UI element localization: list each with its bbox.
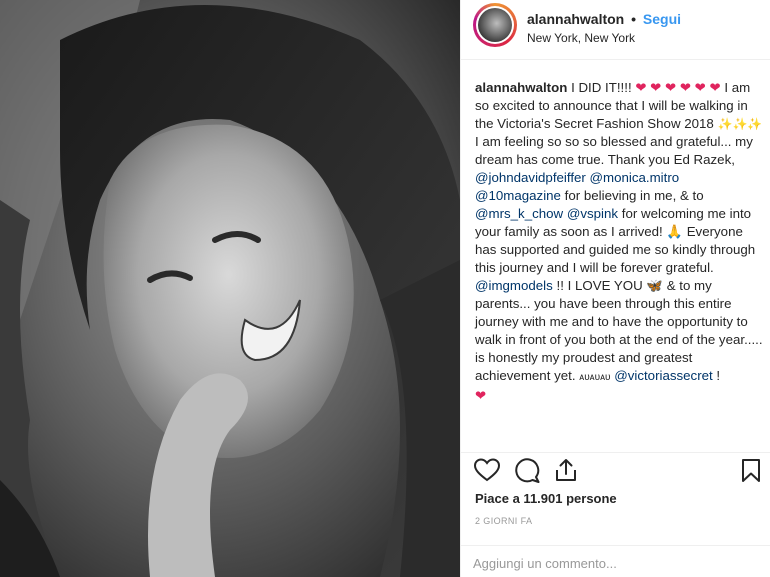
caption-text: for believing in me, & to	[564, 188, 704, 203]
mention-link[interactable]: @monica.mitro	[590, 170, 680, 185]
sparkles-emoji: ✨✨✨	[717, 117, 763, 131]
mention-link[interactable]: @vspink	[567, 206, 618, 221]
mention-link[interactable]: @johndavidpfeiffer	[475, 170, 586, 185]
post-side-panel: alannahwalton • Segui New York, New York…	[460, 0, 770, 577]
mention-link[interactable]: @imgmodels	[475, 278, 553, 293]
post-header: alannahwalton • Segui New York, New York	[461, 0, 770, 60]
mention-link[interactable]: @10magazine	[475, 188, 561, 203]
likes-count[interactable]: Piace a 11.901 persone	[475, 491, 617, 506]
butterfly-emoji: 🦋	[646, 278, 663, 293]
black-and-white-portrait-image	[0, 0, 460, 577]
share-icon[interactable]	[554, 457, 578, 487]
caption-username[interactable]: alannahwalton	[475, 80, 567, 95]
heart-outline-icon[interactable]	[473, 458, 501, 487]
mention-link[interactable]: @mrs_k_chow	[475, 206, 563, 221]
caption-text: I am feeling so so so blessed and gratef…	[475, 134, 753, 167]
username-link[interactable]: alannahwalton	[527, 11, 624, 27]
comment-icon[interactable]	[514, 458, 540, 488]
caption-text: ᴀᴜᴀᴜᴀᴜ	[579, 372, 611, 383]
mention-link[interactable]: @victoriassecret	[614, 368, 712, 383]
praying-hands-emoji: 🙏	[666, 224, 683, 239]
caption-text: !! I LOVE YOU	[556, 278, 643, 293]
post-caption: alannahwalton I DID IT!!!! ❤ ❤ ❤ ❤ ❤ ❤ I…	[475, 79, 763, 405]
bookmark-icon[interactable]	[741, 458, 761, 488]
hearts-emoji: ❤ ❤ ❤ ❤ ❤	[635, 80, 706, 95]
post-photo[interactable]	[0, 0, 460, 577]
comment-input[interactable]	[473, 552, 753, 574]
caption-text: I DID IT!!!!	[571, 80, 632, 95]
avatar[interactable]	[473, 3, 517, 47]
post-timestamp[interactable]: 2 GIORNI FA	[475, 516, 532, 526]
caption-text: !	[716, 368, 721, 383]
add-comment-bar	[461, 545, 770, 577]
follow-button[interactable]: Segui	[643, 11, 681, 27]
username-line: alannahwalton • Segui	[527, 11, 681, 27]
heart-emoji: ❤	[709, 80, 721, 95]
heart-emoji: ❤	[475, 388, 487, 403]
post-actions-bar	[461, 452, 770, 488]
separator-dot: •	[631, 11, 637, 27]
location-link[interactable]: New York, New York	[527, 31, 635, 45]
